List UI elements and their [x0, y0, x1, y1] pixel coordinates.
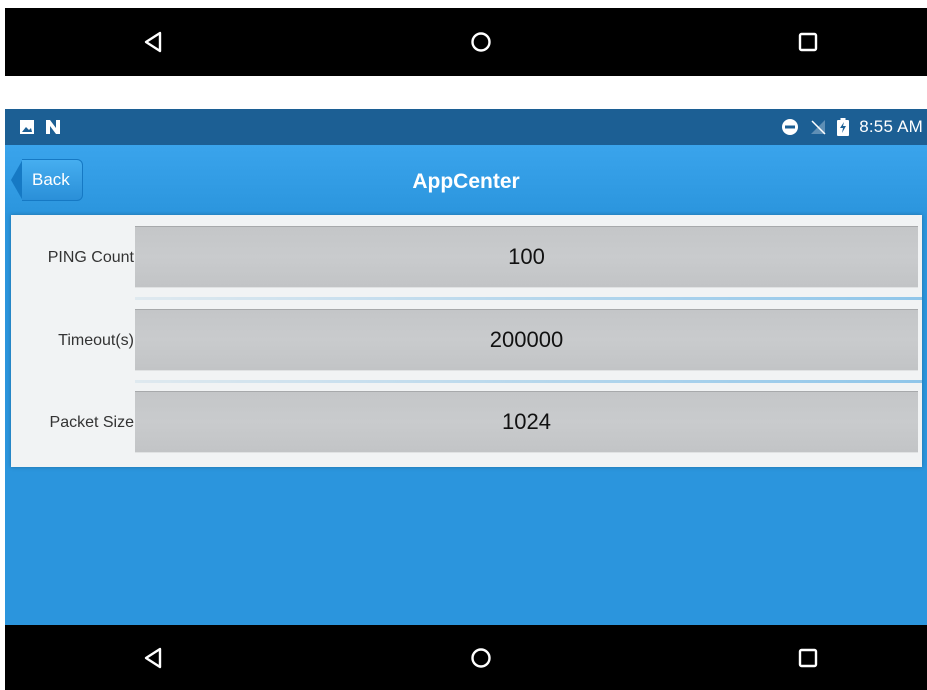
home-circle-icon [470, 647, 491, 668]
nav-back-button[interactable] [138, 27, 168, 57]
page-title: AppCenter [412, 170, 520, 193]
nav-back-button[interactable] [138, 643, 168, 673]
packet-size-input[interactable]: 1024 [135, 391, 918, 453]
home-circle-icon [470, 32, 491, 52]
nav-home-button[interactable] [466, 643, 496, 673]
setting-row-packet-size: Packet Size 1024 [11, 382, 922, 462]
timeout-label: Timeout(s) [58, 332, 134, 349]
n-notification-icon [46, 120, 60, 134]
screen-gap [0, 76, 927, 109]
status-left-icons [19, 119, 61, 135]
setting-row-timeout: Timeout(s) 200000 [11, 300, 922, 380]
settings-panel: PING Count 100 Timeout(s) 200000 Packet … [11, 215, 922, 467]
recents-square-icon [798, 32, 818, 52]
app-screen: Back AppCenter PING Count 100 Timeout(s)… [5, 145, 927, 625]
ping-count-label: PING Count [47, 249, 134, 266]
image-icon [20, 120, 34, 134]
timeout-input[interactable]: 200000 [135, 309, 918, 371]
device-screen: 8:55 AM Back AppCenter PING Count 100 Ti… [0, 0, 927, 690]
do-not-disturb-icon [782, 119, 799, 135]
packet-size-label: Packet Size [49, 414, 134, 431]
status-bar: 8:55 AM [5, 109, 927, 145]
nav-home-button[interactable] [466, 27, 496, 57]
battery-charging-icon [837, 118, 850, 136]
bottom-navigation-bar [5, 625, 927, 690]
top-navigation-bar [5, 8, 927, 76]
back-triangle-icon [144, 31, 162, 53]
status-right-icons: 8:55 AM [781, 117, 923, 137]
ping-count-input[interactable]: 100 [135, 226, 918, 288]
setting-row-ping-count: PING Count 100 [11, 217, 922, 297]
back-triangle-icon [144, 647, 162, 668]
app-header: Back AppCenter [5, 145, 927, 215]
nav-recents-button[interactable] [793, 643, 823, 673]
recents-square-icon [798, 648, 818, 667]
status-time: 8:55 AM [859, 117, 923, 136]
nav-recents-button[interactable] [793, 27, 823, 57]
no-signal-icon [811, 120, 826, 135]
